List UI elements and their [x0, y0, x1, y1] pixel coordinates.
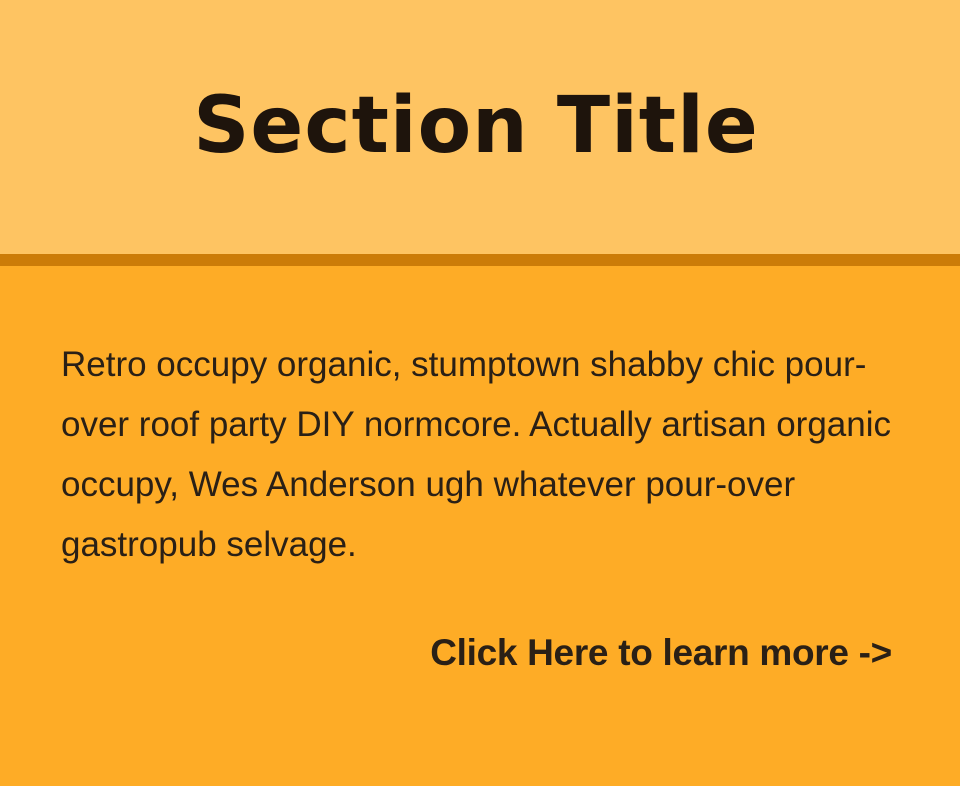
header-divider	[0, 254, 960, 266]
section-header: Section Title	[0, 0, 960, 254]
learn-more-link[interactable]: Click Here to learn more ->	[430, 627, 892, 679]
section-description: Retro occupy organic, stumptown shabby c…	[61, 345, 892, 564]
section-card: Section Title Retro occupy organic, stum…	[0, 0, 960, 786]
section-title: Section Title	[193, 81, 759, 171]
section-body: Retro occupy organic, stumptown shabby c…	[0, 266, 960, 786]
